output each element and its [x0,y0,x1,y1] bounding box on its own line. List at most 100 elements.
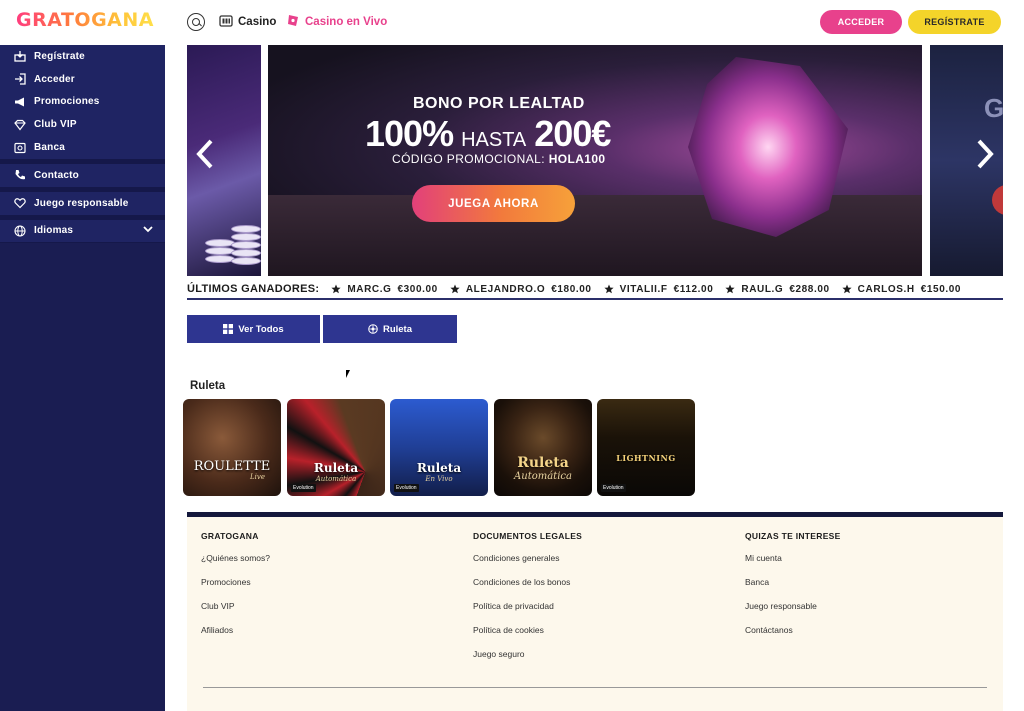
nav-live-label: Casino en Vivo [305,16,388,28]
game-subtitle: Automática [315,475,357,483]
casino-chips-image [197,195,261,275]
bank-icon [14,142,26,154]
game-card-roulette-live[interactable]: ROULETTE Live [183,399,281,496]
sidebar-item-promociones[interactable]: Promociones [0,91,165,114]
nav-casino-label: Casino [238,16,277,28]
register-button[interactable]: REGÍSTRATE [908,10,1001,34]
footer-link[interactable]: Promociones [201,577,270,601]
sidebar-item-contacto[interactable]: Contacto [0,164,165,187]
game-card-ruleta-automatica[interactable]: Ruleta Automática Evolution [287,399,385,496]
gratogana-logo[interactable]: GRATOGANA [16,9,154,31]
casino-icon [219,14,233,31]
footer-link[interactable]: Banca [745,577,841,601]
chevron-left-icon[interactable] [195,137,215,179]
game-name: LIGHTNING [616,453,676,463]
footer-link[interactable]: Mi cuenta [745,553,841,577]
evolution-badge: Evolution [394,484,419,492]
winner-amount: €150.00 [920,283,962,295]
promo-code-line: CÓDIGO PROMOCIONAL: HOLA100 [392,152,606,166]
footer-column-title: QUIZAS TE INTERESE [745,531,841,541]
winner-name: CARLOS.H [857,283,915,295]
winner-name: RAUL.G [741,283,784,295]
roulette-icon [368,324,378,334]
footer-link[interactable]: Política de privacidad [473,601,582,625]
footer-link[interactable]: Juego responsable [745,601,841,625]
winner-name: ALEJANDRO.O [465,283,546,295]
nav-casino[interactable]: Casino [219,13,276,31]
game-subtitle: En Vivo [425,475,453,483]
sidebar-item-idiomas[interactable]: Idiomas [0,220,165,243]
nav-casino-en-vivo[interactable]: Casino en Vivo [287,13,387,31]
sidebar-item-label: Banca [34,142,66,154]
carousel-slide-active[interactable]: BONO POR LEALTAD 100% HASTA 200€ CÓDIGO … [268,45,922,276]
register-icon [14,50,26,63]
game-name: Ruleta [517,455,569,471]
footer-column-interest: QUIZAS TE INTERESE Mi cuenta Banca Juego… [745,531,841,649]
winner-amount: €112.00 [673,283,714,295]
winner-amount: €180.00 [551,283,592,295]
search-icon[interactable] [187,13,205,31]
sidebar-item-registrate[interactable]: Regístrate [0,45,165,68]
promo-carousel: BONO POR LEALTAD 100% HASTA 200€ CÓDIGO … [187,45,1003,276]
footer-link[interactable]: Club VIP [201,601,270,625]
sidebar-item-juego-responsable[interactable]: Juego responsable [0,192,165,215]
page-scrollbar[interactable] [1016,45,1024,645]
winner-amount: €288.00 [789,283,830,295]
game-card-ruleta-en-vivo[interactable]: Ruleta En Vivo Evolution [390,399,488,496]
chevron-down-icon[interactable] [143,225,153,236]
winner-name: MARC.G [347,283,392,295]
next-slide-letter: G [984,93,1003,123]
game-card-ruleta-automatica-2[interactable]: Ruleta Automática [494,399,592,496]
game-name: Ruleta [313,461,359,475]
footer: GRATOGANA ¿Quiénes somos? Promociones Cl… [187,512,1003,711]
sidebar-item-banca[interactable]: Banca [0,136,165,159]
star-icon [725,284,735,294]
footer-link[interactable]: Condiciones generales [473,553,582,577]
winner-entry: ALEJANDRO.O €180.00 [450,284,592,295]
grid-icon [223,324,234,334]
winner-entry: RAUL.G €288.00 [725,284,829,295]
sidebar-item-label: Regístrate [34,50,85,62]
star-icon [450,284,460,294]
evolution-badge: Evolution [601,484,626,492]
tab-label: Ruleta [382,323,413,335]
tab-ruleta[interactable]: Ruleta [323,315,457,343]
footer-link[interactable]: ¿Quiénes somos? [201,553,270,577]
promo-upto: HASTA [461,129,527,151]
game-subtitle: Automática [514,471,572,482]
latest-winners-ticker: ÚLTIMOS GANADORES: MARC.G €300.00 ALEJAN… [187,280,1003,300]
footer-link[interactable]: Política de cookies [473,625,582,649]
diamond-icon [14,119,26,131]
globe-icon [14,225,26,237]
sidebar-group-responsible: Juego responsable [0,191,165,216]
game-subtitle: Live [250,473,265,481]
footer-link[interactable]: Contáctanos [745,625,841,649]
login-button[interactable]: ACCEDER [820,10,902,34]
sidebar-item-club-vip[interactable]: Club VIP [0,113,165,136]
footer-divider [203,687,987,688]
promo-percent: 100% [365,113,454,154]
sidebar-item-label: Juego responsable [34,197,129,209]
sidebar-group-language: Idiomas [0,219,165,244]
sidebar: Regístrate Acceder Promociones Club VIP … [0,45,165,711]
winner-entry: VITALII.F €112.00 [603,283,714,295]
promo-title: BONO POR LEALTAD [413,95,585,112]
crystal-illustration [688,57,848,237]
footer-link[interactable]: Juego seguro [473,649,582,673]
play-now-button[interactable]: JUEGA AHORA [412,185,575,222]
tab-ver-todos[interactable]: Ver Todos [187,315,320,343]
footer-link[interactable]: Afiliados [201,625,270,649]
footer-column-title: GRATOGANA [201,531,259,541]
winner-entry: CARLOS.H €150.00 [842,284,961,295]
game-card-lightning-roulette[interactable]: LIGHTNING Evolution [597,399,695,496]
top-header: GRATOGANA Casino Casino en Vivo ACCEDER … [0,0,1024,45]
evolution-badge: Evolution [291,484,316,492]
sidebar-item-label: Contacto [34,169,79,181]
chevron-right-icon[interactable] [975,137,995,179]
promo-max-amount: 200€ [534,113,611,154]
winner-name: VITALII.F [619,283,668,295]
footer-link[interactable]: Condiciones de los bonos [473,577,582,601]
next-slide-decoration [992,185,1003,215]
sidebar-item-acceder[interactable]: Acceder [0,68,165,91]
sidebar-item-label: Club VIP [34,119,77,131]
